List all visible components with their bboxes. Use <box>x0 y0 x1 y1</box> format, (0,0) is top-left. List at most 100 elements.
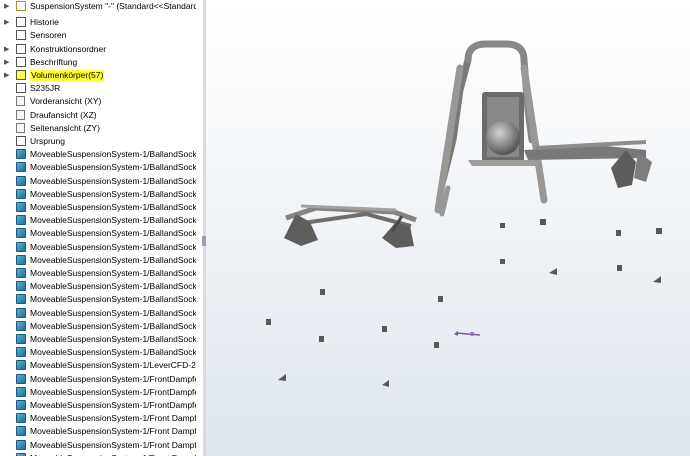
tree-item-label: MoveableSuspensionSystem-1/BallandSocket… <box>30 268 196 278</box>
tree-item-label: MoveableSuspensionSystem-1/Front Dampfer… <box>30 413 196 423</box>
part-icon <box>16 281 26 291</box>
part-icon <box>16 162 26 172</box>
tree-item[interactable]: MoveableSuspensionSystem-1/LeverCFD-2-so… <box>0 359 196 372</box>
tree-item[interactable]: MoveableSuspensionSystem-1/BallandSocket… <box>0 267 196 280</box>
tree-item-label: MoveableSuspensionSystem-1/FrontDampfer1… <box>30 387 196 397</box>
tree-item-label: MoveableSuspensionSystem-1/BallandSocket… <box>30 215 196 225</box>
tree-item[interactable]: MoveableSuspensionSystem-1/BallandSocket… <box>0 161 196 174</box>
feature-manager-tree[interactable]: ▶ SuspensionSystem "-" (Standard<<Standa… <box>0 0 196 456</box>
tree-item[interactable]: MoveableSuspensionSystem-1/Front Dampfer… <box>0 452 196 456</box>
tree-item[interactable]: ▶ Historie <box>0 16 196 29</box>
tree-item[interactable]: MoveableSuspensionSystem-1/Front Dampfer… <box>0 412 196 425</box>
expand-arrow-icon[interactable]: ▶ <box>4 18 12 27</box>
tree-item-label: Volumenkörper(57) <box>30 70 105 81</box>
tree-item-label: MoveableSuspensionSystem-1/BallandSocket… <box>30 294 196 304</box>
tree-item[interactable]: Ursprung <box>0 135 196 148</box>
tree-item-label: Historie <box>30 17 59 27</box>
part-icon <box>16 334 26 344</box>
tree-item[interactable]: MoveableSuspensionSystem-1/FrontDampfer1… <box>0 399 196 412</box>
plane-icon <box>16 123 25 133</box>
model-3d-view[interactable] <box>206 0 690 456</box>
folder-icon <box>16 44 26 54</box>
tree-item[interactable]: MoveableSuspensionSystem-1/BallandSocket… <box>0 293 196 306</box>
part-icon <box>16 374 26 384</box>
tree-item-label: MoveableSuspensionSystem-1/BallandSocket… <box>30 189 196 199</box>
tree-item[interactable]: MoveableSuspensionSystem-1/BallandSocket… <box>0 307 196 320</box>
tree-item[interactable]: MoveableSuspensionSystem-1/BallandSocket… <box>0 254 196 267</box>
tree-item-label: MoveableSuspensionSystem-1/BallandSocket… <box>30 281 196 291</box>
tree-item-label: MoveableSuspensionSystem-1/BallandSocket… <box>30 334 196 344</box>
part-icon <box>16 347 26 357</box>
tree-item[interactable]: Seitenansicht (ZY) <box>0 122 196 135</box>
graphics-viewport[interactable] <box>206 0 690 456</box>
origin-icon <box>16 136 26 146</box>
solid-bodies-icon <box>16 70 26 80</box>
tree-item[interactable]: MoveableSuspensionSystem-1/BallandSocket… <box>0 188 196 201</box>
plane-icon <box>16 110 25 120</box>
tree-item[interactable]: ▶ Konstruktionsordner <box>0 43 196 56</box>
tree-item-label: MoveableSuspensionSystem-1/BallandSocket… <box>30 162 196 172</box>
part-icon <box>16 360 26 370</box>
part-icon <box>16 440 26 450</box>
expand-arrow-icon[interactable]: ▶ <box>4 58 12 67</box>
tree-item-label: MoveableSuspensionSystem-1/BallandSocket… <box>30 228 196 238</box>
tree-item[interactable]: MoveableSuspensionSystem-1/BallandSocket… <box>0 280 196 293</box>
tree-item-label: Seitenansicht (ZY) <box>30 123 100 133</box>
tree-item[interactable]: S235JR <box>0 82 196 95</box>
tree-item-label: MoveableSuspensionSystem-1/FrontDampfer1… <box>30 400 196 410</box>
tree-item[interactable]: MoveableSuspensionSystem-1/BallandSocket… <box>0 214 196 227</box>
tree-item[interactable]: MoveableSuspensionSystem-1/FrontDampfer1… <box>0 386 196 399</box>
tree-item-label: MoveableSuspensionSystem-1/BallandSocket… <box>30 321 196 331</box>
part-icon <box>16 308 26 318</box>
part-icon <box>16 202 26 212</box>
annotation-icon <box>16 57 26 67</box>
tree-item-label: MoveableSuspensionSystem-1/BallandSocket… <box>30 176 196 186</box>
tree-item-label: MoveableSuspensionSystem-1/LeverCFD-2-so… <box>30 360 196 370</box>
tree-item[interactable]: Vorderansicht (XY) <box>0 95 196 108</box>
tree-item-label: MoveableSuspensionSystem-1/BallandSocket… <box>30 149 196 159</box>
tree-item[interactable]: MoveableSuspensionSystem-1/Front Dampfer… <box>0 425 196 438</box>
expand-arrow-icon[interactable]: ▶ <box>4 45 12 54</box>
expand-arrow-icon[interactable]: ▶ <box>4 71 12 80</box>
tree-item-label: MoveableSuspensionSystem-1/FrontDampfer1… <box>30 374 196 384</box>
tree-item[interactable]: MoveableSuspensionSystem-1/BallandSocket… <box>0 346 196 359</box>
tree-item[interactable]: Sensoren <box>0 29 196 42</box>
front-suspension-assembly[interactable] <box>284 204 417 248</box>
tree-item[interactable]: MoveableSuspensionSystem-1/BallandSocket… <box>0 148 196 161</box>
part-icon <box>16 228 26 238</box>
tree-item-label: MoveableSuspensionSystem-1/BallandSocket… <box>30 242 196 252</box>
origin-marker-icon <box>454 331 481 336</box>
tree-item[interactable]: MoveableSuspensionSystem-1/BallandSocket… <box>0 241 196 254</box>
tree-item-label: Vorderansicht (XY) <box>30 96 102 106</box>
part-icon <box>16 176 26 186</box>
part-icon <box>16 268 26 278</box>
tree-item[interactable]: MoveableSuspensionSystem-1/BallandSocket… <box>0 333 196 346</box>
tree-item-label: MoveableSuspensionSystem-1/Front Dampfer… <box>30 426 196 436</box>
tree-item[interactable]: MoveableSuspensionSystem-1/BallandSocket… <box>0 320 196 333</box>
tree-item[interactable]: MoveableSuspensionSystem-1/Front Dampfer… <box>0 439 196 452</box>
tree-item-label: MoveableSuspensionSystem-1/BallandSocket… <box>30 347 196 357</box>
tree-item[interactable]: ▶ Volumenkörper(57) <box>0 69 196 82</box>
tree-item-label: Draufansicht (XZ) <box>30 110 97 120</box>
plane-icon <box>16 96 25 106</box>
tree-item[interactable]: ▶ Beschriftung <box>0 56 196 69</box>
tree-root-label: SuspensionSystem "-" (Standard<<Standard… <box>30 1 196 11</box>
tree-item[interactable]: MoveableSuspensionSystem-1/BallandSocket… <box>0 227 196 240</box>
part-icon <box>16 215 26 225</box>
tree-item-label: Beschriftung <box>30 57 78 67</box>
part-icon <box>16 294 26 304</box>
tree-item[interactable]: MoveableSuspensionSystem-1/BallandSocket… <box>0 201 196 214</box>
tree-root-item[interactable]: ▶ SuspensionSystem "-" (Standard<<Standa… <box>0 0 196 13</box>
tree-item[interactable]: Draufansicht (XZ) <box>0 109 196 122</box>
tree-item-label: Sensoren <box>30 30 67 40</box>
part-icon <box>16 255 26 265</box>
assembly-icon <box>16 1 26 11</box>
roll-hoop-assembly[interactable] <box>434 40 652 217</box>
part-icon <box>16 426 26 436</box>
part-icon <box>16 413 26 423</box>
material-icon <box>16 83 26 93</box>
tree-item[interactable]: MoveableSuspensionSystem-1/FrontDampfer1… <box>0 373 196 386</box>
expand-arrow-icon[interactable]: ▶ <box>4 2 12 11</box>
tree-item-label: MoveableSuspensionSystem-1/BallandSocket… <box>30 308 196 318</box>
tree-item[interactable]: MoveableSuspensionSystem-1/BallandSocket… <box>0 175 196 188</box>
